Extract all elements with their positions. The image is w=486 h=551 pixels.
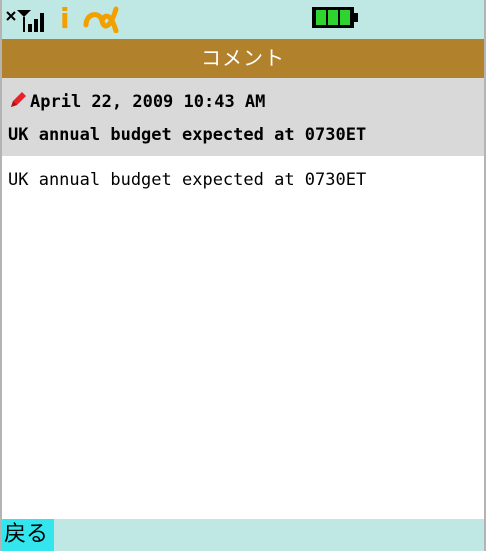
comment-header: April 22, 2009 10:43 AM UK annual budget… — [2, 78, 484, 156]
screen-title: コメント — [2, 39, 484, 78]
comment-subject: UK annual budget expected at 0730ET — [8, 125, 367, 145]
comment-date: April 22, 2009 10:43 AM — [30, 92, 266, 112]
alpha-carrier-icon — [82, 5, 122, 37]
status-bar: i — [2, 0, 484, 39]
pencil-icon — [8, 90, 28, 115]
comment-body: UK annual budget expected at 0730ET — [8, 170, 367, 190]
back-button[interactable]: 戻る — [2, 519, 55, 551]
info-icon: i — [60, 2, 70, 35]
battery-full-icon — [311, 6, 361, 34]
phone-screen: i コメント April 22, 2009 10:43 AM UK annual… — [0, 0, 486, 551]
softkey-bar: 戻る — [2, 519, 484, 551]
signal-icon — [6, 8, 56, 36]
comment-date-line: April 22, 2009 10:43 AM — [8, 87, 265, 117]
